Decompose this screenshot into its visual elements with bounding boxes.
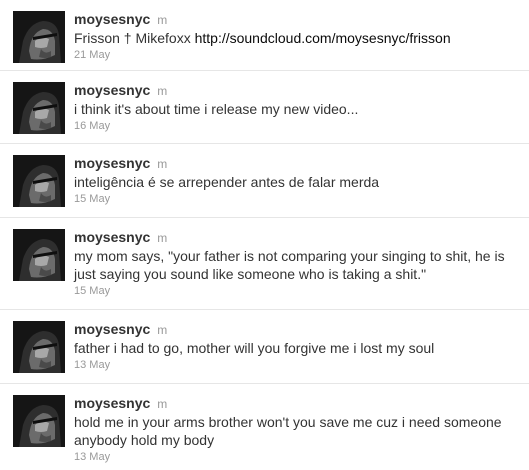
tweet-realname: m xyxy=(157,157,168,171)
tweet-item: moysesnyc m i think it's about time i rel… xyxy=(0,71,529,144)
user-avatar[interactable] xyxy=(13,11,65,63)
tweet-content: moysesnyc m my mom says, "your father is … xyxy=(74,228,525,298)
tweet-item: moysesnyc m hold me in your arms brother … xyxy=(0,384,529,470)
tweet-header: moysesnyc m xyxy=(74,81,525,99)
tweet-item: moysesnyc m Frisson † Mikefoxx http://sou… xyxy=(0,0,529,71)
avatar-photo-icon xyxy=(13,395,65,447)
avatar-photo-icon xyxy=(13,82,65,134)
tweet-content: moysesnyc m inteligência é se arrepender … xyxy=(74,154,525,206)
tweet-feed: moysesnyc m Frisson † Mikefoxx http://sou… xyxy=(0,0,529,470)
tweet-item: moysesnyc m father i had to go, mother wi… xyxy=(0,310,529,384)
user-avatar[interactable] xyxy=(13,155,65,207)
tweet-content: moysesnyc m i think it's about time i rel… xyxy=(74,81,525,133)
tweet-realname: m xyxy=(157,397,168,411)
user-avatar[interactable] xyxy=(13,82,65,134)
tweet-text: hold me in your arms brother won't you s… xyxy=(74,414,502,448)
tweet-timestamp[interactable]: 15 May xyxy=(74,284,525,298)
tweet-timestamp[interactable]: 21 May xyxy=(74,48,525,62)
tweet-text: Frisson † Mikefoxx http://soundcloud.com… xyxy=(74,29,525,47)
avatar-photo-icon xyxy=(13,11,65,63)
user-avatar[interactable] xyxy=(13,321,65,373)
tweet-timestamp[interactable]: 16 May xyxy=(74,119,525,133)
tweet-text: father i had to go, mother will you forg… xyxy=(74,340,435,356)
tweet-header: moysesnyc m xyxy=(74,228,525,246)
avatar-photo-icon xyxy=(13,155,65,207)
tweet-username[interactable]: moysesnyc xyxy=(74,321,150,337)
user-avatar[interactable] xyxy=(13,229,65,281)
tweet-item: moysesnyc m my mom says, "your father is … xyxy=(0,218,529,310)
tweet-header: moysesnyc m xyxy=(74,320,525,338)
tweet-text: my mom says, "your father is not compari… xyxy=(74,248,505,282)
tweet-text: i think it's about time i release my new… xyxy=(74,101,359,117)
tweet-username[interactable]: moysesnyc xyxy=(74,395,150,411)
tweet-link[interactable]: http://soundcloud.com/moysesnyc/frisson xyxy=(195,30,451,46)
tweet-text: inteligência é se arrepender antes de fa… xyxy=(74,174,380,190)
tweet-username[interactable]: moysesnyc xyxy=(74,229,150,245)
tweet-timestamp[interactable]: 15 May xyxy=(74,192,525,206)
tweet-content: moysesnyc m Frisson † Mikefoxx http://sou… xyxy=(74,10,525,62)
tweet-realname: m xyxy=(157,84,168,98)
tweet-realname: m xyxy=(157,13,168,27)
tweet-username[interactable]: moysesnyc xyxy=(74,155,150,171)
tweet-header: moysesnyc m xyxy=(74,394,525,412)
avatar-photo-icon xyxy=(13,229,65,281)
tweet-realname: m xyxy=(157,231,168,245)
avatar-photo-icon xyxy=(13,321,65,373)
tweet-timestamp[interactable]: 13 May xyxy=(74,450,525,464)
user-avatar[interactable] xyxy=(13,395,65,447)
tweet-header: moysesnyc m xyxy=(74,10,525,28)
tweet-content: moysesnyc m father i had to go, mother wi… xyxy=(74,320,525,372)
tweet-content: moysesnyc m hold me in your arms brother … xyxy=(74,394,525,464)
tweet-item: moysesnyc m inteligência é se arrepender … xyxy=(0,144,529,218)
tweet-username[interactable]: moysesnyc xyxy=(74,11,150,27)
tweet-username[interactable]: moysesnyc xyxy=(74,82,150,98)
tweet-realname: m xyxy=(157,323,168,337)
tweet-text-body: Frisson † Mikefoxx xyxy=(74,30,195,46)
tweet-timestamp[interactable]: 13 May xyxy=(74,358,525,372)
tweet-header: moysesnyc m xyxy=(74,154,525,172)
